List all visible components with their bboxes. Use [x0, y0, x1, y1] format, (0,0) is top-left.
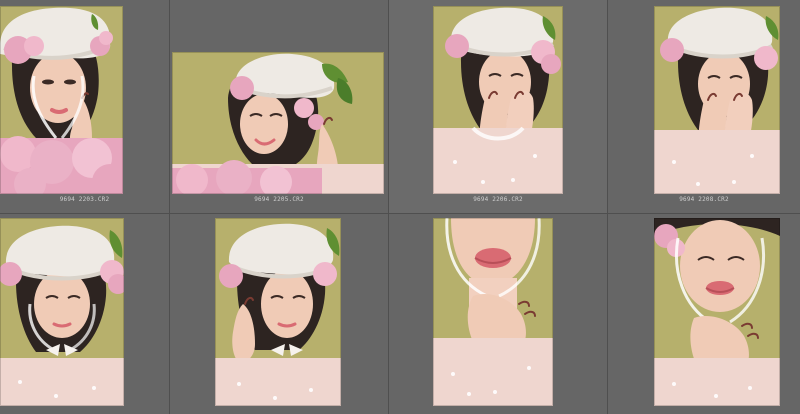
photo-thumbnail-4[interactable]: [654, 6, 780, 194]
thumbnail-cell-8[interactable]: [608, 214, 800, 414]
portrait-image: [0, 6, 123, 194]
photo-thumbnail-8[interactable]: [654, 218, 780, 406]
portrait-image: [172, 52, 384, 194]
photo-thumbnail-3[interactable]: [433, 6, 563, 194]
portrait-image: [0, 218, 124, 406]
photo-thumbnail-1[interactable]: [0, 6, 123, 194]
photo-thumbnail-6[interactable]: [215, 218, 341, 406]
portrait-image: [654, 6, 780, 194]
thumbnail-cell-3[interactable]: 9694 2206.CR2: [389, 0, 608, 214]
thumbnail-cell-6[interactable]: [170, 214, 389, 414]
photo-thumbnail-2[interactable]: [172, 52, 384, 194]
thumbnail-cell-5[interactable]: [0, 214, 170, 414]
thumbnail-cell-1[interactable]: 9694 2203.CR2: [0, 0, 170, 214]
portrait-image: [433, 218, 553, 406]
thumbnail-caption-4: 9694 2208.CR2: [679, 196, 729, 203]
thumbnail-cell-4[interactable]: 9694 2208.CR2: [608, 0, 800, 214]
thumbnail-grid: 9694 2203.CR2 9694 2205.CR2 9694 2206.CR…: [0, 0, 800, 414]
portrait-image: [433, 6, 563, 194]
portrait-image: [654, 218, 780, 406]
photo-thumbnail-7[interactable]: [433, 218, 553, 406]
thumbnail-caption-1: 9694 2203.CR2: [59, 196, 110, 203]
portrait-image: [215, 218, 341, 406]
thumbnail-caption-3: 9694 2206.CR2: [473, 196, 523, 203]
photo-thumbnail-5[interactable]: [0, 218, 124, 406]
thumbnail-caption-2: 9694 2205.CR2: [254, 196, 304, 203]
thumbnail-cell-7[interactable]: [389, 214, 608, 414]
thumbnail-cell-2[interactable]: 9694 2205.CR2: [170, 0, 389, 214]
